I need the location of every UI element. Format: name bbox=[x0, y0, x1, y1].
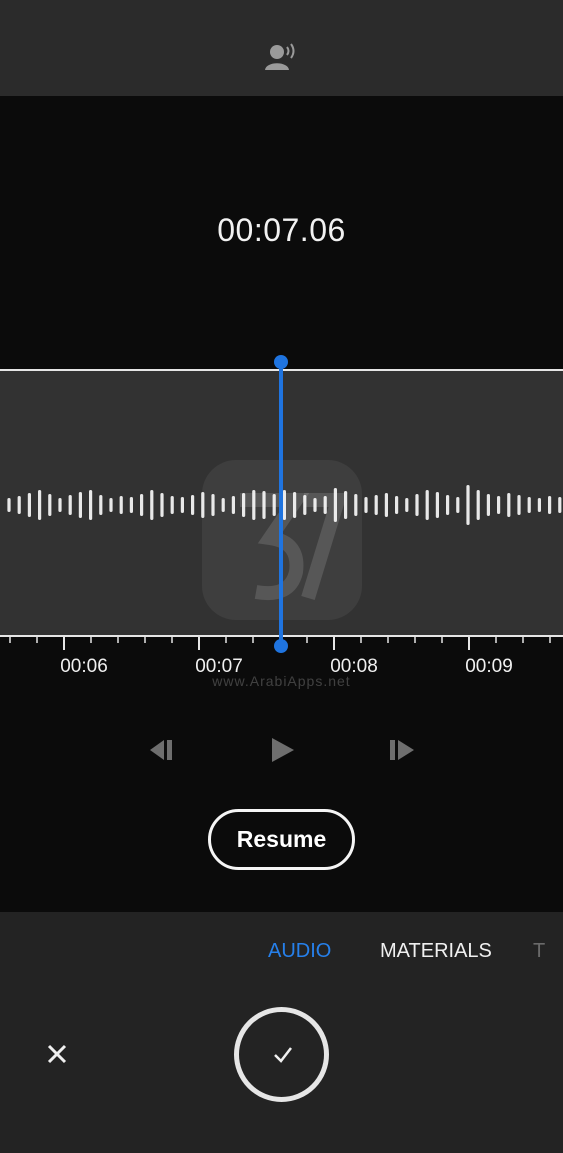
close-icon[interactable] bbox=[44, 1041, 70, 1067]
waveform-bar bbox=[38, 490, 42, 520]
step-forward-icon bbox=[390, 740, 414, 760]
checkmark-icon bbox=[274, 1047, 292, 1063]
step-forward-button[interactable] bbox=[384, 736, 418, 764]
waveform-bar bbox=[140, 494, 144, 516]
waveform-bar bbox=[507, 493, 511, 517]
waveform-bar bbox=[476, 490, 480, 520]
waveform-bar bbox=[435, 492, 439, 518]
step-backward-icon bbox=[150, 740, 172, 760]
waveform-bar bbox=[486, 494, 490, 516]
waveform-bar bbox=[191, 495, 195, 515]
waveform-bar bbox=[27, 493, 31, 517]
waveform-bar bbox=[456, 497, 460, 513]
waveform-bar bbox=[405, 498, 409, 512]
waveform-bar bbox=[364, 497, 368, 513]
waveform-bar bbox=[497, 496, 501, 514]
voice-over-icon[interactable] bbox=[264, 40, 298, 74]
waveform-bar bbox=[395, 496, 399, 514]
waveform-bar bbox=[517, 495, 521, 515]
waveform-bar bbox=[527, 497, 531, 513]
waveform-bar bbox=[68, 495, 72, 515]
waveform-bar bbox=[160, 493, 164, 517]
waveform-bar bbox=[129, 497, 133, 513]
waveform-bar bbox=[170, 496, 174, 514]
waveform-bar bbox=[119, 496, 123, 514]
resume-button[interactable]: Resume bbox=[208, 809, 355, 870]
tab-materials[interactable]: MATERIALS bbox=[380, 940, 492, 963]
waveform-bar bbox=[109, 498, 113, 512]
tab-partial[interactable]: T bbox=[533, 940, 563, 963]
waveform-bar bbox=[17, 496, 21, 514]
play-button[interactable] bbox=[266, 736, 300, 764]
confirm-button[interactable] bbox=[234, 1007, 329, 1102]
top-bar bbox=[0, 0, 563, 96]
waveform-bar bbox=[415, 494, 419, 516]
waveform-bar bbox=[384, 493, 388, 517]
waveform-bar bbox=[99, 495, 103, 515]
waveform-bar bbox=[548, 496, 552, 514]
waveform-bar bbox=[374, 495, 378, 515]
play-icon bbox=[272, 738, 294, 762]
waveform-bar bbox=[446, 495, 450, 515]
waveform-bar bbox=[78, 492, 82, 518]
step-back-button[interactable] bbox=[146, 736, 180, 764]
playhead-bottom-handle[interactable] bbox=[274, 639, 288, 653]
waveform-bar bbox=[89, 490, 93, 520]
waveform-bar bbox=[48, 494, 52, 516]
waveform-bar bbox=[558, 497, 562, 513]
waveform-bar bbox=[537, 498, 541, 512]
playhead-top-handle[interactable] bbox=[274, 355, 288, 369]
watermark-text: www.ArabiApps.net bbox=[212, 673, 351, 689]
waveform-bar bbox=[180, 497, 184, 513]
waveform-bar bbox=[58, 498, 62, 512]
waveform-bar bbox=[466, 485, 470, 525]
waveform-bar bbox=[150, 490, 154, 520]
tab-audio[interactable]: AUDIO bbox=[268, 940, 331, 963]
playhead[interactable] bbox=[279, 362, 283, 646]
waveform-bar bbox=[7, 498, 11, 512]
waveform-bar bbox=[425, 490, 429, 520]
elapsed-time: 00:07.06 bbox=[217, 212, 346, 248]
